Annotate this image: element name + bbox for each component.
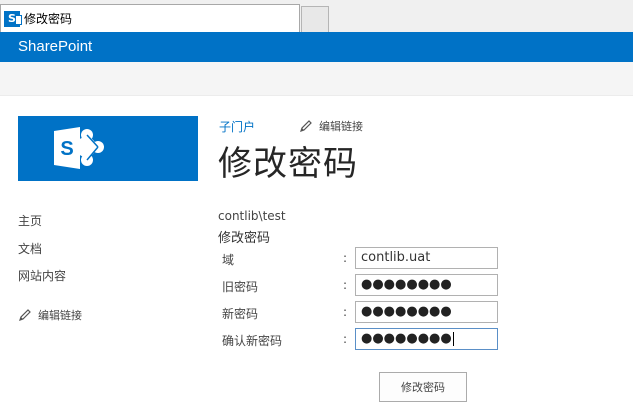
- domain-label: 域: [222, 253, 235, 267]
- domain-field-value: contlib.uat: [361, 250, 431, 265]
- old-password-label: 旧密码: [222, 280, 259, 294]
- form-section-title: 修改密码: [218, 231, 271, 246]
- suite-bar: SharePoint: [0, 32, 633, 62]
- browser-tab[interactable]: S 修改密码: [0, 4, 300, 32]
- sharepoint-logo-icon: S: [54, 127, 104, 169]
- new-password-label: 新密码: [222, 307, 259, 321]
- new-password-value: ●●●●●●●●: [361, 304, 452, 319]
- confirm-password-label: 确认新密码: [222, 334, 283, 348]
- change-password-button[interactable]: 修改密码: [379, 372, 467, 402]
- colon-label: :: [343, 332, 348, 346]
- colon-label: :: [343, 251, 348, 265]
- confirm-password-value: ●●●●●●●●: [361, 331, 452, 346]
- pencil-icon: [300, 120, 312, 132]
- text-caret: [452, 331, 454, 346]
- edit-links-label: 编辑链接: [319, 120, 363, 133]
- pencil-icon: [19, 309, 31, 321]
- browser-tab-strip: S 修改密码: [0, 0, 633, 32]
- colon-label: :: [343, 305, 348, 319]
- domain-field[interactable]: contlib.uat: [355, 247, 498, 269]
- breadcrumb-site-link[interactable]: 子门户: [219, 118, 255, 135]
- new-password-field[interactable]: ●●●●●●●●: [355, 301, 498, 323]
- sharepoint-favicon-icon: S: [4, 10, 22, 27]
- colon-label: :: [343, 278, 348, 292]
- browser-tab-title: 修改密码: [24, 12, 73, 26]
- nav-item-home[interactable]: 主页: [18, 212, 42, 229]
- site-logo[interactable]: S: [18, 116, 198, 181]
- suite-bar-title[interactable]: SharePoint: [18, 38, 92, 55]
- old-password-value: ●●●●●●●●: [361, 277, 452, 292]
- confirm-password-field[interactable]: ●●●●●●●●: [355, 328, 498, 350]
- edit-links-label: 编辑链接: [38, 309, 82, 322]
- nav-item-site-contents[interactable]: 网站内容: [18, 267, 66, 284]
- top-nav-edit-links[interactable]: 编辑链接: [299, 118, 363, 134]
- new-tab-button[interactable]: [301, 6, 329, 32]
- left-nav-edit-links[interactable]: 编辑链接: [18, 307, 82, 323]
- page-title: 修改密码: [218, 144, 358, 184]
- nav-item-documents[interactable]: 文档: [18, 240, 42, 257]
- current-user-label: contlib\test: [218, 209, 286, 223]
- ribbon-area: [0, 62, 633, 96]
- svg-text:S: S: [60, 138, 73, 160]
- old-password-field[interactable]: ●●●●●●●●: [355, 274, 498, 296]
